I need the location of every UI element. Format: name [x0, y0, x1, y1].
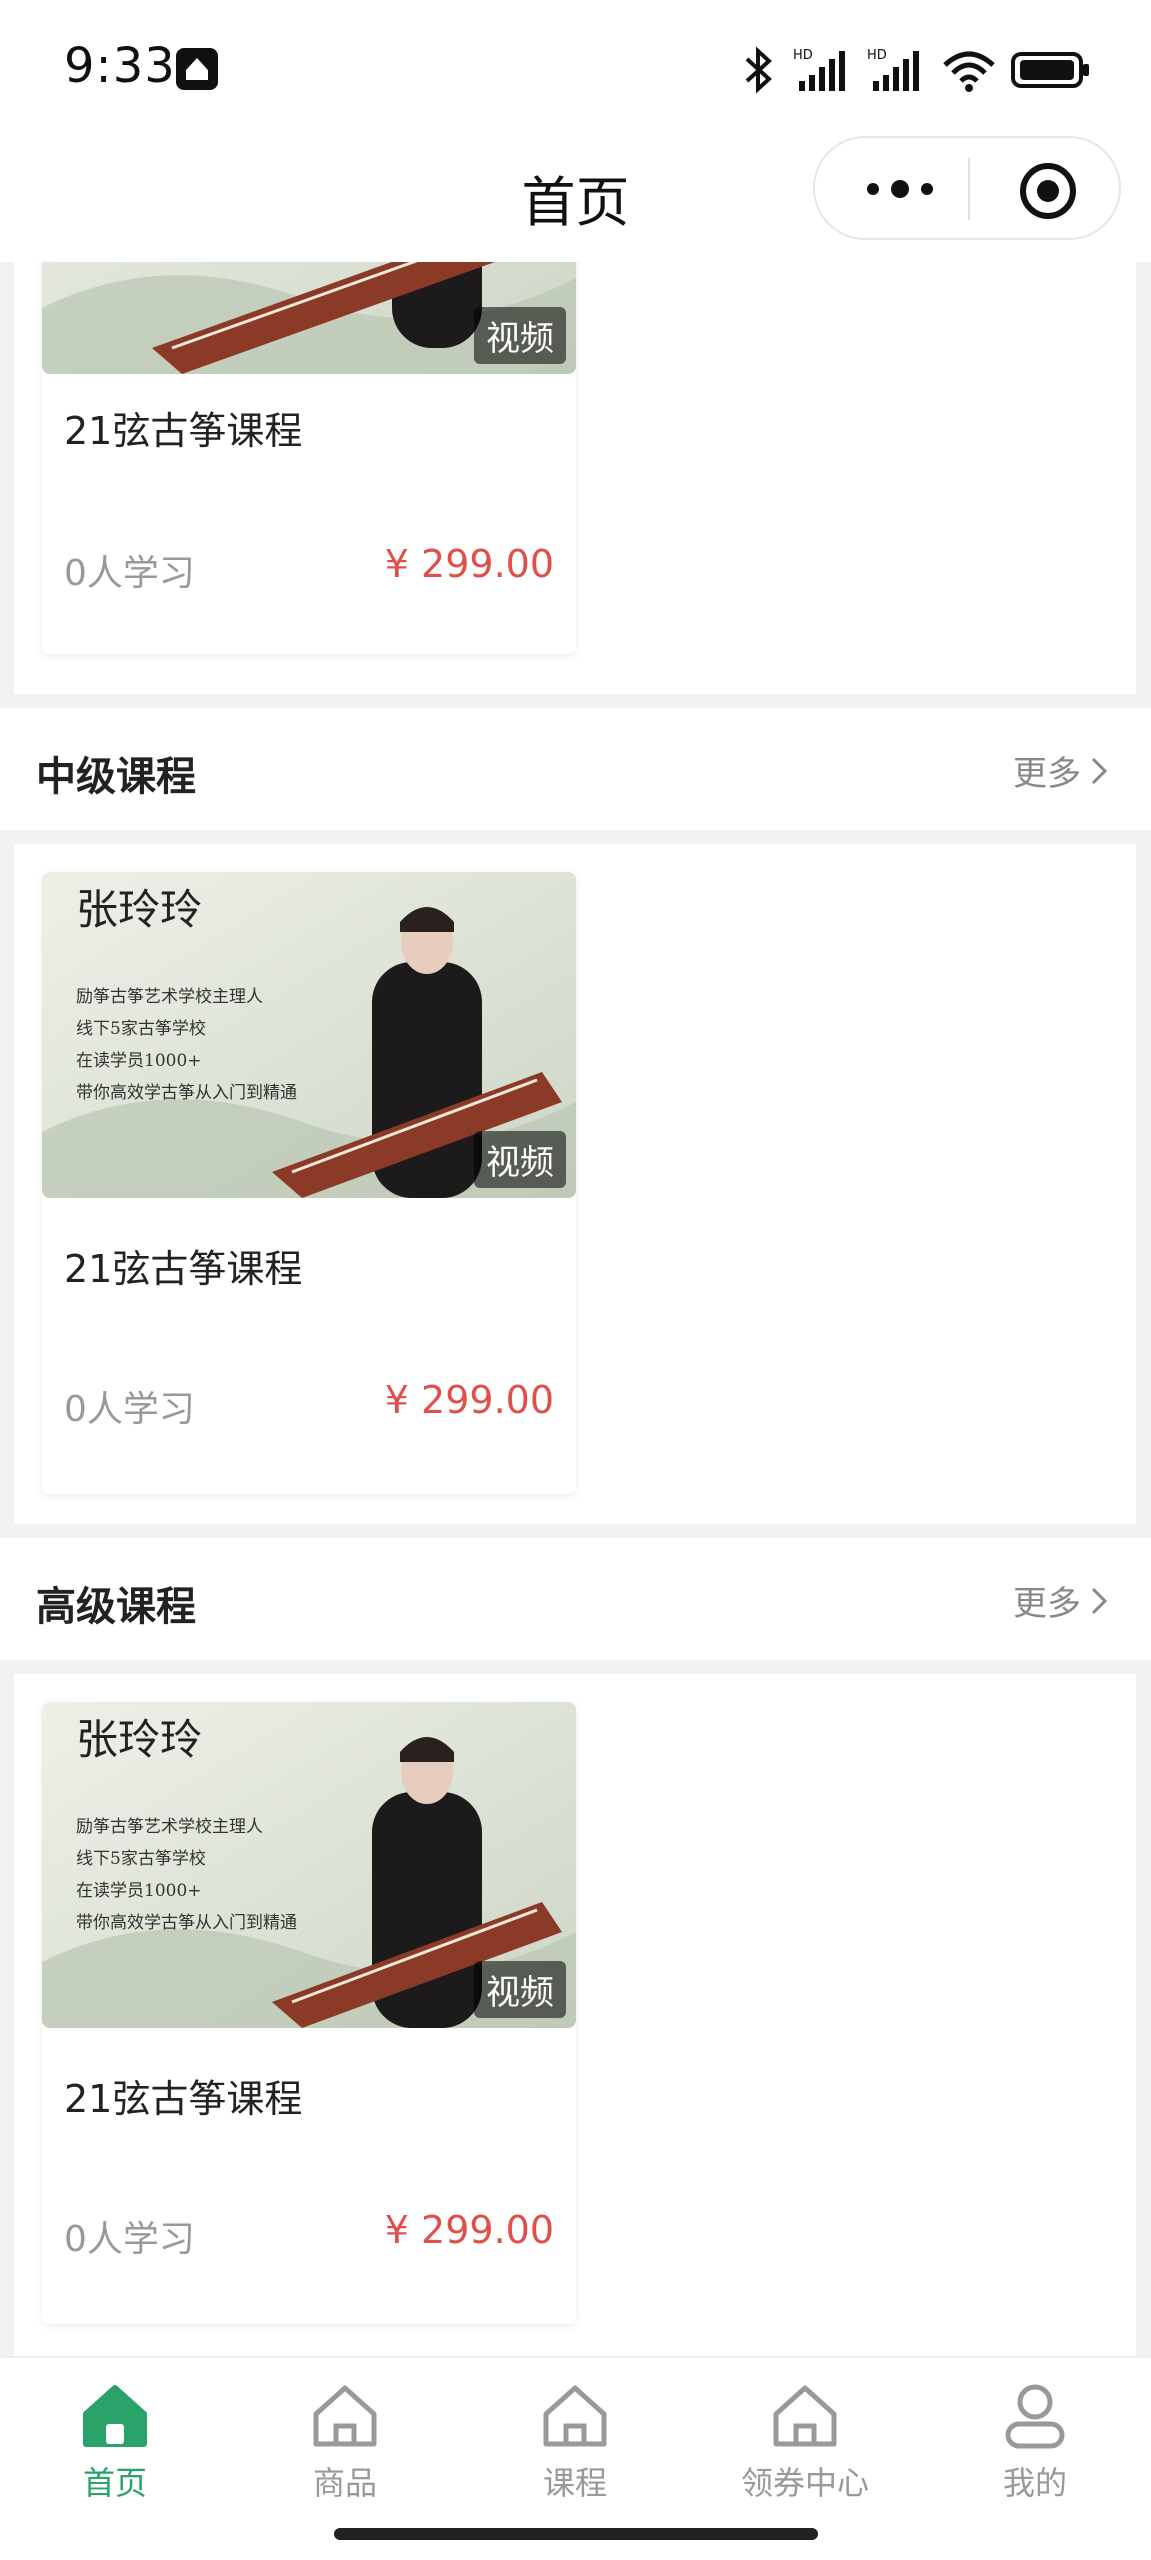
- user-icon: [1005, 2384, 1065, 2449]
- more-link[interactable]: 更多: [1013, 746, 1109, 795]
- course-title: 21弦古筝课程: [64, 2077, 303, 2121]
- course-title: 21弦古筝课程: [64, 409, 303, 453]
- course-card[interactable]: 张玲玲 励筝古筝艺术学校主理人 线下5家古筝学校 在读学员1000+ 带你高效学…: [42, 872, 576, 1494]
- tab-label: 商品: [312, 2464, 377, 2502]
- course-panel-intermediate: 张玲玲 励筝古筝艺术学校主理人 线下5家古筝学校 在读学员1000+ 带你高效学…: [14, 844, 1136, 1524]
- tab-label: 首页: [82, 2464, 147, 2502]
- signal-icon: HD: [793, 48, 845, 91]
- course-thumbnail: 张玲玲 励筝古筝艺术学校主理人 线下5家古筝学校 在读学员1000+ 带你高效学…: [42, 1702, 576, 2028]
- tab-label: 领券中心: [740, 2464, 869, 2502]
- home-outline-icon: [773, 2385, 837, 2447]
- course-thumbnail: 张玲玲 励筝古筝艺术学校主理人 线下5家古筝学校 在读学员1000+ 带你高效学…: [42, 872, 576, 1198]
- mini-program-capsule: [813, 136, 1121, 240]
- tab-label: 我的: [1002, 2464, 1067, 2502]
- poster-line: 带你高效学古筝从入门到精通: [76, 1083, 297, 1103]
- status-icons: HD HD: [739, 40, 1091, 100]
- tab-home[interactable]: 首页: [15, 2380, 215, 2504]
- battery-icon: [1011, 52, 1089, 88]
- more-link[interactable]: 更多: [1013, 1576, 1109, 1625]
- app-notification-icon: [176, 48, 218, 90]
- course-panel-beginner: 视频 21弦古筝课程 0人学习 ¥ 299.00: [14, 262, 1136, 694]
- poster-name: 张玲玲: [76, 1715, 202, 1764]
- section-header-intermediate: 中级课程 更多: [0, 708, 1151, 830]
- course-price: ¥ 299.00: [384, 1378, 554, 1422]
- section-header-advanced: 高级课程 更多: [0, 1538, 1151, 1660]
- course-title: 21弦古筝课程: [64, 1247, 303, 1291]
- more-icon[interactable]: [863, 174, 937, 204]
- chevron-right-icon: [1091, 757, 1108, 784]
- tab-courses[interactable]: 课程: [475, 2380, 675, 2504]
- svg-text:HD: HD: [793, 48, 813, 63]
- home-filled-icon: [83, 2385, 147, 2447]
- poster-line: 线下5家古筝学校: [76, 1019, 206, 1039]
- learner-count: 0人学习: [64, 553, 195, 594]
- section-title: 高级课程: [36, 1584, 196, 1630]
- course-panel-advanced: 张玲玲 励筝古筝艺术学校主理人 线下5家古筝学校 在读学员1000+ 带你高效学…: [14, 1674, 1136, 2356]
- poster-name: 张玲玲: [76, 885, 202, 934]
- signal-icon-2: HD: [867, 48, 919, 91]
- video-badge: 视频: [474, 1961, 566, 2018]
- more-label: 更多: [1013, 754, 1081, 794]
- course-card[interactable]: 张玲玲 励筝古筝艺术学校主理人 线下5家古筝学校 在读学员1000+ 带你高效学…: [42, 1702, 576, 2324]
- section-title: 中级课程: [36, 754, 196, 800]
- tab-coupons[interactable]: 领券中心: [705, 2380, 905, 2504]
- course-price: ¥ 299.00: [384, 2208, 554, 2252]
- home-outline-icon: [313, 2385, 377, 2447]
- poster-line: 在读学员1000+: [76, 1881, 202, 1901]
- capsule-divider: [968, 158, 970, 220]
- tab-products[interactable]: 商品: [245, 2380, 445, 2504]
- home-outline-icon: [543, 2385, 607, 2447]
- home-indicator[interactable]: [334, 2528, 818, 2540]
- poster-line: 励筝古筝艺术学校主理人: [76, 987, 263, 1007]
- svg-text:HD: HD: [867, 48, 887, 63]
- tab-profile[interactable]: 我的: [935, 2380, 1135, 2504]
- learner-count: 0人学习: [64, 1389, 195, 1430]
- course-thumbnail: 视频: [42, 262, 576, 374]
- status-time: 9:33: [64, 38, 176, 94]
- poster-line: 线下5家古筝学校: [76, 1849, 206, 1869]
- tab-label: 课程: [542, 2464, 607, 2502]
- video-badge: 视频: [474, 1131, 566, 1188]
- page-content[interactable]: 视频 21弦古筝课程 0人学习 ¥ 299.00 中级课程 更多 张玲玲 励筝古…: [0, 262, 1151, 2356]
- wifi-icon: [943, 51, 995, 92]
- course-card[interactable]: 视频 21弦古筝课程 0人学习 ¥ 299.00: [42, 262, 576, 654]
- poster-line: 在读学员1000+: [76, 1051, 202, 1071]
- status-bar: 9:33 HD HD: [0, 0, 1151, 130]
- close-target-icon[interactable]: [1019, 162, 1077, 220]
- more-label: 更多: [1013, 1584, 1081, 1624]
- course-price: ¥ 299.00: [384, 542, 554, 586]
- poster-line: 带你高效学古筝从入门到精通: [76, 1913, 297, 1933]
- video-badge: 视频: [474, 307, 566, 364]
- poster-line: 励筝古筝艺术学校主理人: [76, 1817, 263, 1837]
- learner-count: 0人学习: [64, 2219, 195, 2260]
- chevron-right-icon: [1091, 1587, 1108, 1614]
- bluetooth-icon: [745, 46, 772, 94]
